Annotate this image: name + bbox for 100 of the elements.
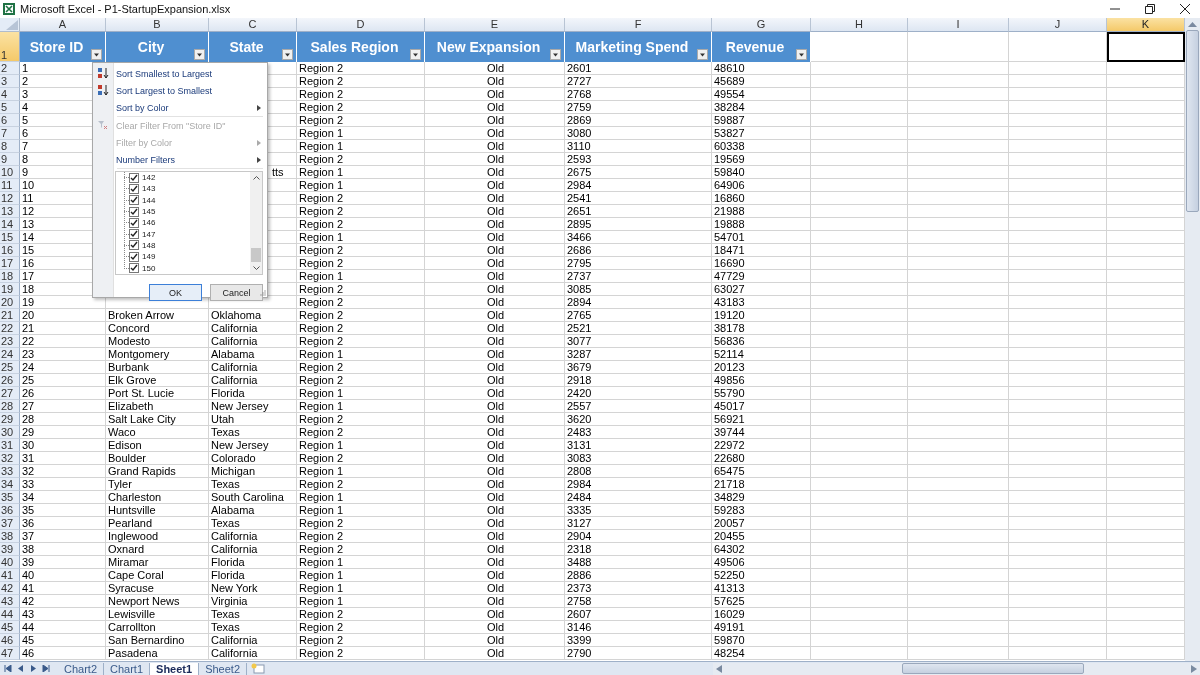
empty-cell[interactable] xyxy=(1009,32,1107,62)
menu-item: Filter by Color xyxy=(116,137,172,148)
scroll-down-icon[interactable] xyxy=(252,266,260,271)
table-cell: 28 xyxy=(20,413,106,426)
table-cell: 2894 xyxy=(565,296,712,309)
row-number: 29 xyxy=(0,413,20,426)
value-label[interactable]: 145 xyxy=(142,207,156,217)
table-cell: 2737 xyxy=(565,270,712,283)
restore-icon[interactable] xyxy=(1145,4,1155,14)
checkbox[interactable] xyxy=(129,263,139,273)
table-cell: Texas xyxy=(209,621,297,634)
table-cell: Region 2 xyxy=(297,426,425,439)
sheet-tab[interactable]: Chart2 xyxy=(58,662,105,675)
checkbox[interactable] xyxy=(129,183,139,194)
column-header[interactable]: B xyxy=(106,18,209,32)
last-sheet-icon[interactable] xyxy=(42,665,50,672)
table-cell: 16690 xyxy=(712,257,811,270)
value-label[interactable]: 150 xyxy=(142,263,156,273)
table-cell: 30 xyxy=(20,439,106,452)
scroll-left-icon[interactable] xyxy=(716,664,722,673)
checkbox[interactable] xyxy=(129,240,139,251)
table-cell: 2601 xyxy=(565,62,712,75)
table-cell: 2727 xyxy=(565,75,712,88)
list-scrollbar[interactable] xyxy=(250,172,262,274)
table-cell: 20057 xyxy=(712,517,811,530)
filter-dropdown-icon[interactable] xyxy=(194,49,205,60)
table-cell: Region 1 xyxy=(297,582,425,595)
sheet-tab[interactable]: Sheet2 xyxy=(199,662,247,675)
table-cell: 52250 xyxy=(712,569,811,582)
table-cell: Michigan xyxy=(209,465,297,478)
column-header[interactable]: G xyxy=(712,18,811,32)
table-cell: 63027 xyxy=(712,283,811,296)
scroll-up-icon[interactable] xyxy=(252,175,260,180)
table-cell: 2686 xyxy=(565,244,712,257)
column-header[interactable]: E xyxy=(425,18,565,32)
table-cell: Tyler xyxy=(106,478,209,491)
table-cell: Region 2 xyxy=(297,244,425,257)
checkbox[interactable] xyxy=(129,217,139,228)
column-header[interactable]: D xyxy=(297,18,425,32)
checkbox[interactable] xyxy=(129,229,139,240)
column-header[interactable]: J xyxy=(1009,18,1107,32)
scroll-thumb[interactable] xyxy=(1186,30,1199,212)
column-header[interactable]: H xyxy=(811,18,908,32)
vertical-scrollbar[interactable] xyxy=(1185,18,1200,661)
table-cell: 34 xyxy=(20,491,106,504)
table-cell: Old xyxy=(425,543,565,556)
horizontal-scrollbar[interactable] xyxy=(713,662,1200,675)
menu-item[interactable]: Sort Smallest to Largest xyxy=(116,68,213,79)
column-header[interactable]: K xyxy=(1107,18,1185,32)
table-cell: 35 xyxy=(20,504,106,517)
next-sheet-icon[interactable] xyxy=(30,665,36,672)
empty-cell[interactable] xyxy=(908,32,1009,62)
table-cell: 20455 xyxy=(712,530,811,543)
checkbox[interactable] xyxy=(129,206,139,217)
selected-cell[interactable] xyxy=(1107,32,1185,62)
table-cell: Old xyxy=(425,218,565,231)
scroll-thumb[interactable] xyxy=(902,663,1084,674)
scroll-right-icon[interactable] xyxy=(1191,664,1197,673)
scroll-thumb[interactable] xyxy=(251,248,261,262)
table-cell: Old xyxy=(425,491,565,504)
table-cell: Old xyxy=(425,361,565,374)
table-cell: Texas xyxy=(209,478,297,491)
checkbox[interactable] xyxy=(129,195,139,206)
menu-item[interactable]: Sort by Color xyxy=(116,102,169,113)
column-header[interactable]: F xyxy=(565,18,712,32)
filter-dropdown-icon[interactable] xyxy=(796,49,807,60)
column-header[interactable]: I xyxy=(908,18,1009,32)
scroll-up-icon[interactable] xyxy=(1188,21,1197,27)
sheet-tab[interactable]: Sheet1 xyxy=(150,662,200,675)
column-header[interactable]: C xyxy=(209,18,297,32)
checkbox[interactable] xyxy=(129,172,139,183)
filter-dropdown-icon[interactable] xyxy=(91,49,102,60)
previous-sheet-icon[interactable] xyxy=(18,665,24,672)
checkbox[interactable] xyxy=(129,251,139,262)
menu-item[interactable]: Sort Largest to Smallest xyxy=(116,85,213,96)
value-label[interactable]: 146 xyxy=(142,218,156,228)
value-label[interactable]: 149 xyxy=(142,252,156,262)
value-label[interactable]: 148 xyxy=(142,240,156,250)
resize-grip-icon[interactable] xyxy=(260,290,266,296)
close-icon[interactable] xyxy=(1180,4,1190,14)
filter-dropdown-icon[interactable] xyxy=(697,49,708,60)
dialog-button[interactable]: OK xyxy=(149,284,202,301)
first-sheet-icon[interactable] xyxy=(4,665,12,672)
menu-item[interactable]: Number Filters xyxy=(116,154,175,165)
table-cell: 45689 xyxy=(712,75,811,88)
dialog-button[interactable]: Cancel xyxy=(210,284,263,301)
column-header[interactable]: A xyxy=(20,18,106,32)
value-label[interactable]: 143 xyxy=(142,184,156,194)
value-label[interactable]: 142 xyxy=(142,173,156,183)
filter-dropdown-icon[interactable] xyxy=(550,49,561,60)
table-cell: Region 2 xyxy=(297,608,425,621)
row-number: 6 xyxy=(0,114,20,127)
table-cell: Florida xyxy=(209,387,297,400)
value-label[interactable]: 144 xyxy=(142,195,156,205)
filter-dropdown-icon[interactable] xyxy=(410,49,421,60)
table-cell: California xyxy=(209,647,297,660)
table-cell: 20123 xyxy=(712,361,811,374)
table-cell: Syracuse xyxy=(106,582,209,595)
filter-dropdown-icon[interactable] xyxy=(282,49,293,60)
value-label[interactable]: 147 xyxy=(142,229,156,239)
